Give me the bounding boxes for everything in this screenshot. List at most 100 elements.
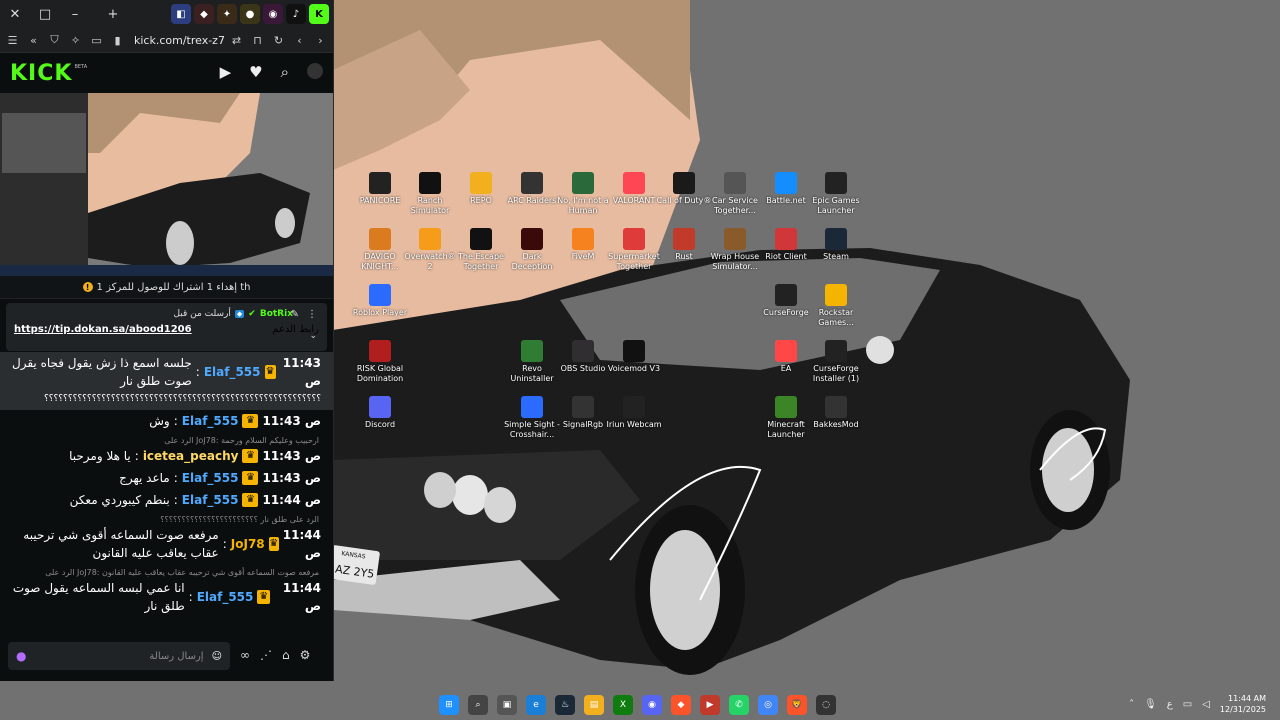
extensions-icon[interactable]: ✧ <box>67 31 84 49</box>
taskbar-app-icon[interactable]: ▣ <box>497 695 517 715</box>
taskbar-app-icon[interactable]: ♨ <box>555 695 575 715</box>
desktop-icon[interactable]: ARC Raiders <box>504 172 560 206</box>
taskbar-app-icon[interactable]: ▶ <box>700 695 720 715</box>
desktop-icon[interactable]: Epic Games Launcher <box>808 172 864 216</box>
desktop-icon[interactable]: Rockstar Games... <box>808 284 864 328</box>
desktop-icon[interactable]: Wrap House Simulator... <box>707 228 763 272</box>
desktop-icon[interactable]: CurseForge <box>758 284 814 318</box>
maximize-window-button[interactable]: □ <box>30 0 60 28</box>
taskbar-app-icon[interactable]: X <box>613 695 633 715</box>
more-options-icon[interactable]: ⋮ <box>307 309 317 320</box>
bookmark-icon[interactable]: ⊓ <box>249 31 266 49</box>
infinity-icon[interactable]: ∞ <box>240 648 250 662</box>
desktop-icon[interactable]: Overwatch® 2 <box>402 228 458 272</box>
desktop-icon[interactable]: Steam <box>808 228 864 262</box>
tab-icon-3[interactable]: ✦ <box>217 4 237 24</box>
desktop-icon[interactable]: Roblox Player <box>352 284 408 318</box>
tiktok-tab-icon[interactable]: ♪ <box>286 4 306 24</box>
pinned-author[interactable]: BotRix <box>260 309 293 319</box>
chat-message[interactable]: مرفعه صوت السماعه أقوى شي ترحيبه عقاب يع… <box>0 524 333 564</box>
kick-tab-icon[interactable]: K <box>309 4 329 24</box>
search-icon[interactable]: ⌕ <box>281 63 289 81</box>
chat-message[interactable]: يا هلا ومرحبا: icetea_peachy ♛ 11:43 ص <box>0 445 333 467</box>
taskbar-app-icon[interactable]: ⊞ <box>439 695 459 715</box>
subscription-goal-banner[interactable]: ! إهداء 1 اشتراك للوصول للمركز 1 th <box>0 276 333 299</box>
chat-message[interactable]: وش: Elaf_555 ♛ 11:43 ص <box>0 410 333 432</box>
desktop-icon[interactable]: Voicemod V3 <box>606 340 662 374</box>
close-window-button[interactable]: ✕ <box>0 0 30 28</box>
desktop-icon[interactable]: Call of Duty® <box>656 172 712 206</box>
username[interactable]: Elaf_555 <box>182 491 239 509</box>
emoji-icon[interactable]: ☺ <box>212 651 222 662</box>
mic-icon[interactable]: ● <box>16 649 26 663</box>
address-bar[interactable]: kick.com/trex-z7 <box>130 34 224 47</box>
desktop-icon[interactable]: OBS Studio <box>555 340 611 374</box>
store-icon[interactable]: ⌂ <box>282 648 290 662</box>
desktop-icon[interactable]: DAVIGO KNIGHT... <box>352 228 408 272</box>
chat-message[interactable]: جلسه اسمع ذا زش يقول فجاه يقرل صوت طلق ن… <box>0 352 333 410</box>
desktop-icon[interactable]: The Escape Together <box>453 228 509 272</box>
menu-icon[interactable]: ☰ <box>4 31 21 49</box>
reply-context[interactable]: الرد على JoJ78: مرفعه صوت السماعه أقوى ش… <box>0 564 333 577</box>
taskbar-app-icon[interactable]: ⌕ <box>468 695 488 715</box>
username[interactable]: icetea_peachy <box>143 447 239 465</box>
desktop-icon[interactable]: REPO <box>453 172 509 206</box>
heart-icon[interactable]: ♥ <box>249 63 262 81</box>
collapse-icon[interactable]: « <box>25 31 42 49</box>
username[interactable]: JoJ78 <box>231 535 265 553</box>
desktop-icon[interactable]: FiveM <box>555 228 611 262</box>
kick-logo[interactable]: KICK <box>10 61 72 86</box>
desktop-icon[interactable]: VALORANT <box>606 172 662 206</box>
desktop-icon[interactable]: Car Service Together... <box>707 172 763 216</box>
desktop-icon[interactable]: PANICORE <box>352 172 408 206</box>
tab-icon-4[interactable]: ● <box>240 4 260 24</box>
video-player[interactable] <box>0 93 333 276</box>
pin-icon[interactable]: ✎ <box>291 309 299 320</box>
shield-icon[interactable]: ⛉ <box>46 31 63 49</box>
taskbar-app-icon[interactable]: ◉ <box>642 695 662 715</box>
desktop-icon[interactable]: Rust <box>656 228 712 262</box>
following-icon[interactable]: ▶ <box>220 63 232 81</box>
taskbar-app-icon[interactable]: ✆ <box>729 695 749 715</box>
desktop-icon[interactable]: Discord <box>352 396 408 430</box>
site-settings-icon[interactable]: ⇄ <box>228 31 245 49</box>
back-icon[interactable]: ‹ <box>291 31 308 49</box>
network-icon[interactable]: ▭ <box>1183 699 1192 710</box>
taskbar-app-icon[interactable]: e <box>526 695 546 715</box>
desktop-icon[interactable]: Riot Client <box>758 228 814 262</box>
desktop-icon[interactable]: Dark Deception <box>504 228 560 272</box>
minimize-window-button[interactable]: – <box>60 0 90 28</box>
tab-icon-2[interactable]: ◆ <box>194 4 214 24</box>
username[interactable]: Elaf_555 <box>182 469 239 487</box>
new-tab-button[interactable]: + <box>98 0 128 28</box>
taskbar-app-icon[interactable]: ◎ <box>758 695 778 715</box>
desktop-icon[interactable]: CurseForge Installer (1) <box>808 340 864 384</box>
chevron-up-icon[interactable]: ˄ <box>1129 699 1134 710</box>
pinned-link[interactable]: https://tip.dokan.sa/abood1206 <box>14 324 192 335</box>
taskbar-app-icon[interactable]: ▤ <box>584 695 604 715</box>
desktop-icon[interactable]: No, I'm not a Human <box>555 172 611 216</box>
reply-context[interactable]: الرد على طلق نار ؟؟؟؟؟؟؟؟؟؟؟؟؟؟؟؟؟؟؟؟؟؟؟ <box>0 511 333 524</box>
volume-icon[interactable]: ◁ <box>1202 699 1210 710</box>
chat-message[interactable]: ماعد يهرج: Elaf_555 ♛ 11:43 ص <box>0 467 333 489</box>
desktop-icon[interactable]: Iriun Webcam <box>606 396 662 430</box>
chat-message[interactable]: انا عمي لبسه السماعه يقول صوت طلق نار: El… <box>0 577 333 617</box>
forward-icon[interactable]: › <box>312 31 329 49</box>
chevron-down-icon[interactable]: ⌄ <box>309 331 317 341</box>
desktop-icon[interactable]: Simple Sight - Crosshair... <box>504 396 560 440</box>
tab-icon-1[interactable]: ◧ <box>171 4 191 24</box>
desktop-icon[interactable]: RISK Global Domination <box>352 340 408 384</box>
tab-icon-5[interactable]: ◉ <box>263 4 283 24</box>
desktop-icon[interactable]: Supermarket Together <box>606 228 662 272</box>
reply-context[interactable]: الرد على JoJ78: ارحبيب وعليكم السلام ورح… <box>0 432 333 445</box>
desktop-icon[interactable]: SignalRgb <box>555 396 611 430</box>
username[interactable]: Elaf_555 <box>197 588 254 606</box>
clock[interactable]: 11:44 AM 12/31/2025 <box>1220 693 1266 715</box>
desktop-icon[interactable]: EA <box>758 340 814 374</box>
settings-icon[interactable]: ⚙ <box>300 648 311 662</box>
taskbar-app-icon[interactable]: 🦁 <box>787 695 807 715</box>
sidebar-icon[interactable]: ▮ <box>109 31 126 49</box>
username[interactable]: Elaf_555 <box>204 363 261 381</box>
taskbar-app-icon[interactable]: ◌ <box>816 695 836 715</box>
reload-icon[interactable]: ↻ <box>270 31 287 49</box>
